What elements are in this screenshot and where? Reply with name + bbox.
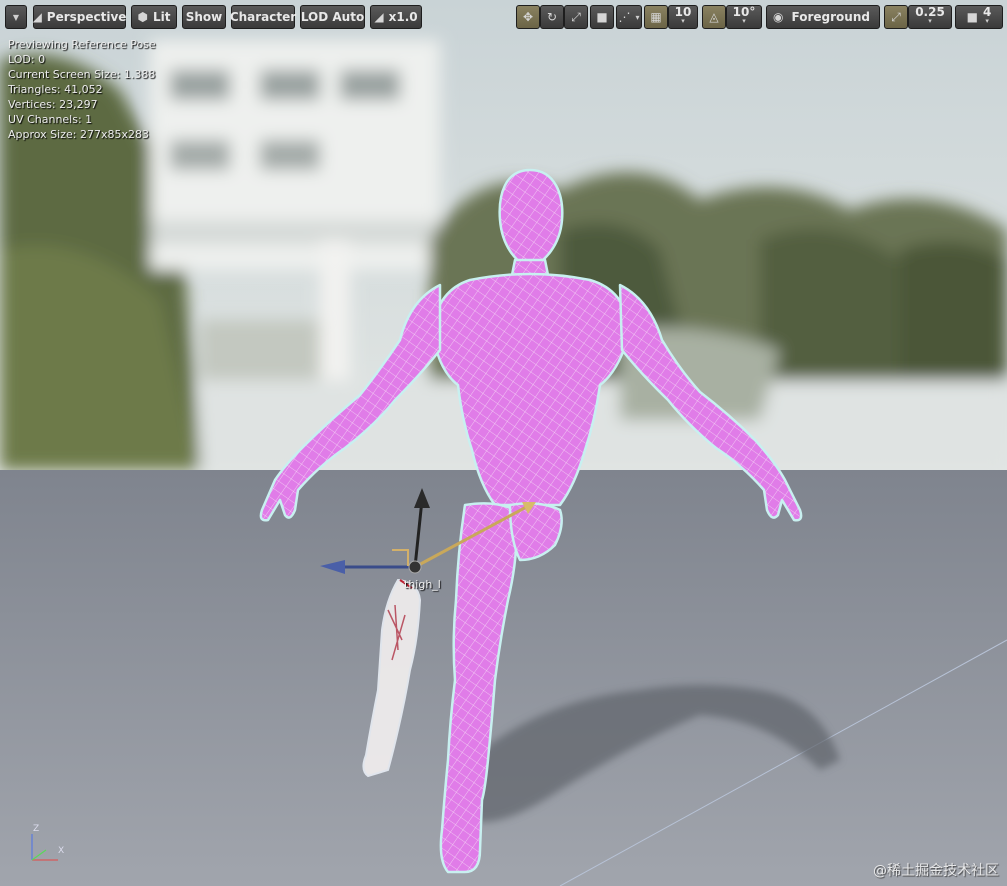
chevron-down-icon: ▾ bbox=[681, 17, 685, 25]
move-icon: ✥ bbox=[522, 10, 534, 24]
scale-snap-button[interactable]: 0.25 ▾ bbox=[908, 5, 952, 29]
surface-snap-icon: ⋰ bbox=[618, 10, 631, 24]
camera-view-icon: ◢ bbox=[32, 10, 42, 24]
chevron-down-icon: ▼ bbox=[12, 12, 20, 22]
axis-x-label: X bbox=[58, 846, 65, 856]
rotate-icon: ↻ bbox=[546, 10, 558, 24]
watermark: @稀土掘金技术社区 bbox=[873, 863, 999, 879]
stats-line: Triangles: 41,052 bbox=[8, 83, 103, 96]
translate-tool-button[interactable]: ✥ bbox=[516, 5, 540, 29]
lit-sphere-icon: ⬢ bbox=[137, 10, 148, 24]
character-button[interactable]: Character bbox=[230, 5, 296, 29]
camera-speed-button[interactable]: ■ 4 ▾ bbox=[955, 5, 1003, 29]
layer-icon: ◉ bbox=[773, 10, 784, 24]
stats-line: UV Channels: 1 bbox=[8, 113, 93, 126]
surface-snap-button[interactable]: ⋰ ▾ bbox=[616, 5, 642, 29]
grid-size-button[interactable]: 10 ▾ bbox=[668, 5, 698, 29]
coordinate-space-button[interactable]: ■ bbox=[590, 5, 614, 29]
lod-button[interactable]: LOD Auto bbox=[300, 5, 365, 29]
bone-label: thigh_l bbox=[404, 578, 441, 591]
speed-icon: ◢ bbox=[374, 10, 384, 24]
angle-icon: ◬ bbox=[709, 10, 719, 24]
chevron-down-icon: ▾ bbox=[985, 17, 989, 25]
scale-snap-toggle[interactable]: ⤢ bbox=[884, 5, 908, 29]
scale-snap-icon: ⤢ bbox=[891, 9, 901, 24]
layer-button[interactable]: ◉ Foreground bbox=[766, 5, 880, 29]
stats-overlay: Previewing Reference Pose LOD: 0 Current… bbox=[8, 37, 156, 142]
viewport[interactable]: ▼ ◢ Perspective ⬢ Lit Show Character LOD A… bbox=[0, 0, 1007, 886]
rotation-snap-toggle[interactable]: ◬ bbox=[702, 5, 726, 29]
camera-icon: ■ bbox=[966, 10, 978, 24]
grid-snap-toggle[interactable]: ▦ bbox=[644, 5, 668, 29]
cube-icon: ■ bbox=[596, 10, 608, 24]
grid-icon: ▦ bbox=[650, 10, 662, 24]
scale-icon: ⤢ bbox=[571, 9, 581, 24]
stats-line: Previewing Reference Pose bbox=[8, 38, 156, 51]
show-button[interactable]: Show bbox=[182, 5, 226, 29]
stats-line: Approx Size: 277x85x283 bbox=[8, 128, 149, 141]
scale-tool-button[interactable]: ⤢ bbox=[564, 5, 588, 29]
viewport-options-button[interactable]: ▼ bbox=[5, 5, 27, 29]
stats-line: LOD: 0 bbox=[8, 53, 46, 66]
rotate-tool-button[interactable]: ↻ bbox=[540, 5, 564, 29]
chevron-down-icon: ▾ bbox=[928, 17, 932, 25]
stats-line: Current Screen Size: 1.388 bbox=[8, 68, 156, 81]
chevron-down-icon: ▾ bbox=[742, 17, 746, 25]
playback-speed-button[interactable]: ◢ x1.0 bbox=[370, 5, 422, 29]
stats-line: Vertices: 23,297 bbox=[8, 98, 98, 111]
perspective-button[interactable]: ◢ Perspective bbox=[33, 5, 126, 29]
rotation-snap-button[interactable]: 10° ▾ bbox=[726, 5, 762, 29]
chevron-down-icon: ▾ bbox=[635, 12, 640, 22]
lit-button[interactable]: ⬢ Lit bbox=[131, 5, 177, 29]
axis-z-label: Z bbox=[33, 824, 40, 834]
